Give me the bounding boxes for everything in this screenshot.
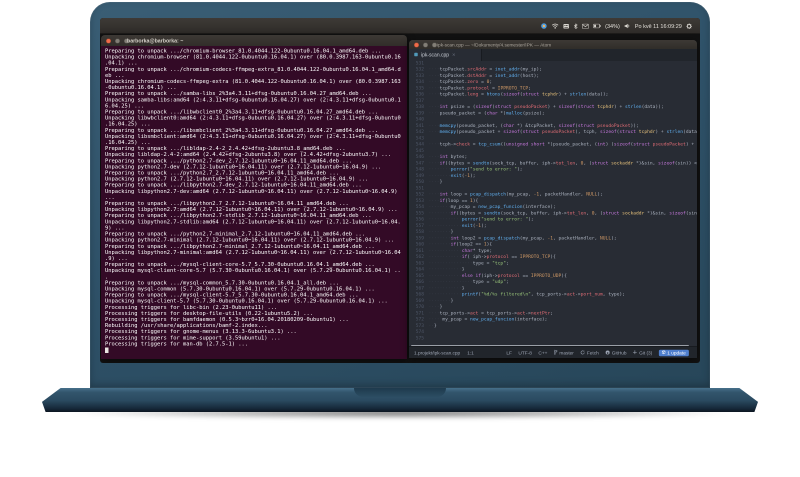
keyboard-indicator-icon[interactable]	[563, 23, 569, 28]
terminal-close-button[interactable]	[106, 38, 111, 43]
sync-icon	[580, 349, 586, 356]
clock[interactable]: Po kvě 11 16:09:29	[635, 23, 682, 29]
atom-window-buttons	[414, 42, 437, 47]
status-line-ending[interactable]: LF	[507, 350, 513, 356]
wifi-icon[interactable]	[551, 23, 559, 29]
terminal-minimize-button[interactable]	[115, 38, 120, 43]
status-grammar[interactable]: C++	[539, 350, 548, 356]
atom-minimize-button[interactable]	[423, 42, 428, 47]
system-top-bar: (34%) Po kvě 11 16:09:29	[100, 18, 700, 34]
diff-icon	[633, 349, 638, 356]
package-icon	[662, 349, 666, 356]
cpp-file-icon	[414, 52, 418, 58]
status-file-path[interactable]: 1.projekt/ipk-scan.cpp	[414, 350, 460, 356]
github-icon	[605, 349, 611, 356]
page: (34%) Po kvě 11 16:09:29 barborka@barbor…	[0, 0, 800, 477]
status-github[interactable]: GitHub	[605, 349, 627, 356]
code-line: 575	[415, 335, 424, 341]
system-tray: (34%) Po kvě 11 16:09:29	[540, 22, 692, 29]
code-line: 542 ····memcpy(pseudo_packet + sizeof(str…	[415, 129, 697, 135]
tab-ipk-scan[interactable]: ipk-scan.cpp ×	[409, 49, 482, 61]
tab-close-icon[interactable]: ×	[452, 52, 455, 58]
atom-close-button[interactable]	[414, 42, 419, 47]
mail-icon[interactable]	[581, 23, 589, 28]
bluetooth-icon[interactable]	[573, 22, 578, 29]
code-editor[interactable]: 530····tcpPacket.arg_pri = 0;531532····t…	[409, 61, 697, 345]
volume-icon[interactable]	[624, 23, 630, 29]
editor-lines: 530····tcpPacket.arg_pri = 0;531532····t…	[409, 61, 697, 342]
battery-icon[interactable]	[592, 23, 601, 28]
code-line: 544 ····tcph->check = tcp_csum((unsigned …	[415, 141, 697, 148]
laptop-notch	[354, 388, 446, 397]
terminal-window-buttons	[106, 38, 129, 43]
status-fetch[interactable]: Fetch	[580, 349, 599, 356]
screen: (34%) Po kvě 11 16:09:29 barborka@barbor…	[100, 18, 700, 363]
terminal-text: Preparing to unpack .../chromium-browser…	[105, 47, 401, 347]
atom-status-bar: 1.projekt/ipk-scan.cpp 1:1 LF UTF-8 C++ …	[409, 346, 697, 358]
terminal-title: barborka@barborka: ~	[127, 37, 184, 44]
status-cursor-position[interactable]: 1:1	[467, 350, 474, 356]
terminal-cursor	[105, 347, 109, 353]
atom-window-title: ipk-scan.cpp — ~/Dokumenty/4.semester/IP…	[437, 41, 552, 48]
status-git-changes[interactable]: Git (3)	[633, 349, 653, 356]
battery-percent[interactable]: (34%)	[605, 23, 620, 29]
update-badge[interactable]: 1 update	[659, 349, 689, 356]
status-git-branch[interactable]: master	[554, 349, 574, 356]
tab-label: ipk-scan.cpp	[421, 52, 450, 58]
app-indicator-icon[interactable]	[540, 22, 547, 29]
session-gear-icon[interactable]	[686, 22, 692, 29]
status-encoding[interactable]: UTF-8	[519, 350, 532, 356]
laptop-base	[42, 388, 758, 412]
laptop-lid: (34%) Po kvě 11 16:09:29 barborka@barbor…	[90, 2, 710, 388]
terminal-output[interactable]: Preparing to unpack .../chromium-browser…	[101, 46, 407, 359]
atom-window: ipk-scan.cpp — ~/Dokumenty/4.semester/IP…	[409, 40, 697, 358]
terminal-window: barborka@barborka: ~ Preparing to unpack…	[101, 35, 407, 359]
branch-icon	[554, 349, 558, 356]
